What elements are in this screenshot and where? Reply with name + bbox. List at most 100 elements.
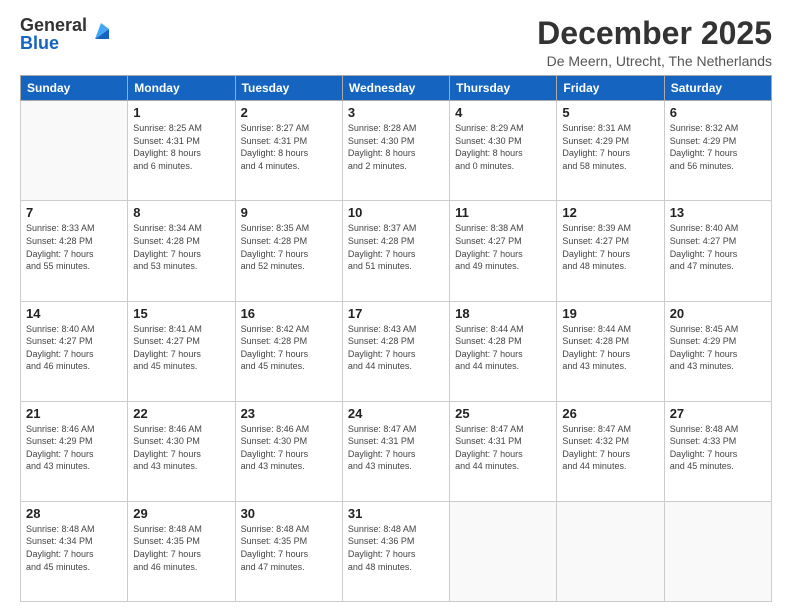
table-row: 13 Sunrise: 8:40 AM Sunset: 4:27 PM Dayli… [664,201,771,301]
day-number: 30 [241,506,337,521]
table-row: 2Sunrise: 8:27 AM Sunset: 4:31 PM Daylig… [235,101,342,201]
day-info: Sunrise: 8:32 AM Sunset: 4:29 PM Dayligh… [670,122,766,172]
title-section: December 2025 De Meern, Utrecht, The Net… [537,16,772,69]
table-row: 3Sunrise: 8:28 AM Sunset: 4:30 PM Daylig… [342,101,449,201]
table-row [557,501,664,601]
col-saturday: Saturday [664,76,771,101]
table-row [21,101,128,201]
calendar-week-row: 21 Sunrise: 8:46 AM Sunset: 4:29 PM Dayli… [21,401,772,501]
day-info: Sunrise: 8:47 AM Sunset: 4:32 PM Dayligh… [562,423,658,473]
day-info: Sunrise: 8:25 AM Sunset: 4:31 PM Dayligh… [133,122,229,172]
main-title: December 2025 [537,16,772,51]
table-row: 4 Sunrise: 8:29 AM Sunset: 4:30 PM Daylig… [450,101,557,201]
table-row: 8 Sunrise: 8:34 AM Sunset: 4:28 PM Daylig… [128,201,235,301]
calendar-week-row: 7Sunrise: 8:33 AM Sunset: 4:28 PM Daylig… [21,201,772,301]
table-row: 18 Sunrise: 8:44 AM Sunset: 4:28 PM Dayli… [450,301,557,401]
day-info: Sunrise: 8:48 AM Sunset: 4:35 PM Dayligh… [133,523,229,573]
day-info: Sunrise: 8:28 AM Sunset: 4:30 PM Dayligh… [348,122,444,172]
day-info: Sunrise: 8:39 AM Sunset: 4:27 PM Dayligh… [562,222,658,272]
day-info: Sunrise: 8:48 AM Sunset: 4:35 PM Dayligh… [241,523,337,573]
day-number: 5 [562,105,658,120]
day-info: Sunrise: 8:27 AM Sunset: 4:31 PM Dayligh… [241,122,337,172]
day-info: Sunrise: 8:29 AM Sunset: 4:30 PM Dayligh… [455,122,551,172]
col-tuesday: Tuesday [235,76,342,101]
table-row: 16 Sunrise: 8:42 AM Sunset: 4:28 PM Dayli… [235,301,342,401]
col-friday: Friday [557,76,664,101]
table-row: 12 Sunrise: 8:39 AM Sunset: 4:27 PM Dayli… [557,201,664,301]
day-number: 23 [241,406,337,421]
day-info: Sunrise: 8:41 AM Sunset: 4:27 PM Dayligh… [133,323,229,373]
calendar-week-row: 14 Sunrise: 8:40 AM Sunset: 4:27 PM Dayli… [21,301,772,401]
col-sunday: Sunday [21,76,128,101]
day-number: 1 [133,105,229,120]
day-info: Sunrise: 8:37 AM Sunset: 4:28 PM Dayligh… [348,222,444,272]
day-number: 16 [241,306,337,321]
day-number: 12 [562,205,658,220]
table-row: 21 Sunrise: 8:46 AM Sunset: 4:29 PM Dayli… [21,401,128,501]
table-row [664,501,771,601]
calendar-week-row: 1 Sunrise: 8:25 AM Sunset: 4:31 PM Daylig… [21,101,772,201]
day-number: 11 [455,205,551,220]
day-info: Sunrise: 8:44 AM Sunset: 4:28 PM Dayligh… [455,323,551,373]
day-info: Sunrise: 8:48 AM Sunset: 4:33 PM Dayligh… [670,423,766,473]
day-number: 29 [133,506,229,521]
table-row: 10 Sunrise: 8:37 AM Sunset: 4:28 PM Dayli… [342,201,449,301]
logo-text: General Blue [20,16,87,52]
day-number: 13 [670,205,766,220]
day-number: 26 [562,406,658,421]
table-row: 27Sunrise: 8:48 AM Sunset: 4:33 PM Dayli… [664,401,771,501]
day-number: 10 [348,205,444,220]
logo: General Blue [20,16,113,52]
table-row: 1 Sunrise: 8:25 AM Sunset: 4:31 PM Daylig… [128,101,235,201]
day-info: Sunrise: 8:46 AM Sunset: 4:30 PM Dayligh… [133,423,229,473]
table-row: 30 Sunrise: 8:48 AM Sunset: 4:35 PM Dayli… [235,501,342,601]
table-row: 25 Sunrise: 8:47 AM Sunset: 4:31 PM Dayli… [450,401,557,501]
table-row: 22 Sunrise: 8:46 AM Sunset: 4:30 PM Dayli… [128,401,235,501]
day-number: 6 [670,105,766,120]
table-row: 19Sunrise: 8:44 AM Sunset: 4:28 PM Dayli… [557,301,664,401]
table-row: 7Sunrise: 8:33 AM Sunset: 4:28 PM Daylig… [21,201,128,301]
table-row: 14 Sunrise: 8:40 AM Sunset: 4:27 PM Dayli… [21,301,128,401]
table-row: 9Sunrise: 8:35 AM Sunset: 4:28 PM Daylig… [235,201,342,301]
day-info: Sunrise: 8:46 AM Sunset: 4:29 PM Dayligh… [26,423,122,473]
day-number: 15 [133,306,229,321]
table-row: 6 Sunrise: 8:32 AM Sunset: 4:29 PM Daylig… [664,101,771,201]
day-number: 25 [455,406,551,421]
table-row: 17Sunrise: 8:43 AM Sunset: 4:28 PM Dayli… [342,301,449,401]
day-info: Sunrise: 8:40 AM Sunset: 4:27 PM Dayligh… [26,323,122,373]
col-monday: Monday [128,76,235,101]
day-number: 22 [133,406,229,421]
day-number: 28 [26,506,122,521]
day-info: Sunrise: 8:34 AM Sunset: 4:28 PM Dayligh… [133,222,229,272]
col-thursday: Thursday [450,76,557,101]
table-row: 26 Sunrise: 8:47 AM Sunset: 4:32 PM Dayli… [557,401,664,501]
day-number: 14 [26,306,122,321]
calendar-table: Sunday Monday Tuesday Wednesday Thursday… [20,75,772,602]
day-number: 4 [455,105,551,120]
calendar-week-row: 28 Sunrise: 8:48 AM Sunset: 4:34 PM Dayli… [21,501,772,601]
header: General Blue December 2025 De Meern, Utr… [20,16,772,69]
day-info: Sunrise: 8:46 AM Sunset: 4:30 PM Dayligh… [241,423,337,473]
table-row: 23 Sunrise: 8:46 AM Sunset: 4:30 PM Dayli… [235,401,342,501]
calendar-header-row: Sunday Monday Tuesday Wednesday Thursday… [21,76,772,101]
day-number: 18 [455,306,551,321]
day-info: Sunrise: 8:47 AM Sunset: 4:31 PM Dayligh… [455,423,551,473]
day-number: 21 [26,406,122,421]
day-number: 8 [133,205,229,220]
table-row [450,501,557,601]
table-row: 15 Sunrise: 8:41 AM Sunset: 4:27 PM Dayli… [128,301,235,401]
day-info: Sunrise: 8:42 AM Sunset: 4:28 PM Dayligh… [241,323,337,373]
day-info: Sunrise: 8:44 AM Sunset: 4:28 PM Dayligh… [562,323,658,373]
day-info: Sunrise: 8:40 AM Sunset: 4:27 PM Dayligh… [670,222,766,272]
day-number: 24 [348,406,444,421]
table-row: 20Sunrise: 8:45 AM Sunset: 4:29 PM Dayli… [664,301,771,401]
day-number: 31 [348,506,444,521]
day-info: Sunrise: 8:47 AM Sunset: 4:31 PM Dayligh… [348,423,444,473]
day-info: Sunrise: 8:48 AM Sunset: 4:34 PM Dayligh… [26,523,122,573]
day-number: 17 [348,306,444,321]
table-row: 5 Sunrise: 8:31 AM Sunset: 4:29 PM Daylig… [557,101,664,201]
day-info: Sunrise: 8:35 AM Sunset: 4:28 PM Dayligh… [241,222,337,272]
day-info: Sunrise: 8:31 AM Sunset: 4:29 PM Dayligh… [562,122,658,172]
day-info: Sunrise: 8:45 AM Sunset: 4:29 PM Dayligh… [670,323,766,373]
table-row: 28 Sunrise: 8:48 AM Sunset: 4:34 PM Dayli… [21,501,128,601]
